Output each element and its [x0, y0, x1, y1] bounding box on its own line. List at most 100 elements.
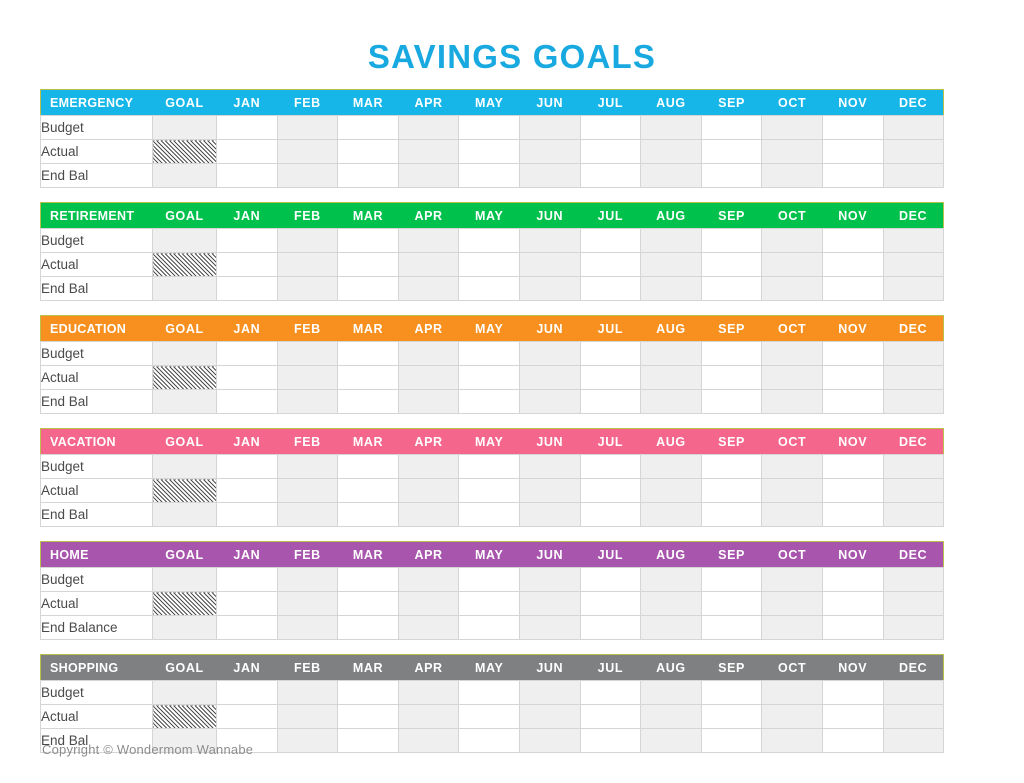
cell-nov[interactable]: [821, 228, 884, 253]
cell-feb[interactable]: [276, 228, 339, 253]
cell-goal[interactable]: [152, 502, 217, 527]
cell-dec[interactable]: [882, 276, 945, 301]
cell-goal[interactable]: [152, 252, 217, 277]
cell-aug[interactable]: [640, 389, 702, 414]
cell-dec[interactable]: [882, 115, 945, 140]
cell-jul[interactable]: [579, 478, 642, 503]
cell-may[interactable]: [458, 567, 520, 592]
cell-mar[interactable]: [337, 728, 399, 753]
cell-oct[interactable]: [761, 139, 823, 164]
cell-may[interactable]: [458, 591, 520, 616]
cell-jan[interactable]: [216, 478, 278, 503]
cell-feb[interactable]: [276, 139, 339, 164]
cell-mar[interactable]: [337, 478, 399, 503]
cell-mar[interactable]: [337, 454, 399, 479]
cell-mar[interactable]: [337, 115, 399, 140]
cell-apr[interactable]: [397, 139, 460, 164]
cell-feb[interactable]: [276, 389, 339, 414]
cell-aug[interactable]: [640, 478, 702, 503]
cell-jan[interactable]: [216, 276, 278, 301]
cell-dec[interactable]: [882, 704, 945, 729]
cell-aug[interactable]: [640, 115, 702, 140]
cell-jul[interactable]: [579, 228, 642, 253]
cell-nov[interactable]: [821, 704, 884, 729]
cell-mar[interactable]: [337, 389, 399, 414]
cell-sep[interactable]: [700, 680, 763, 705]
cell-jul[interactable]: [579, 704, 642, 729]
cell-mar[interactable]: [337, 704, 399, 729]
cell-jan[interactable]: [216, 139, 278, 164]
cell-nov[interactable]: [821, 252, 884, 277]
cell-feb[interactable]: [276, 502, 339, 527]
cell-sep[interactable]: [700, 115, 763, 140]
cell-goal[interactable]: [152, 163, 217, 188]
cell-apr[interactable]: [397, 163, 460, 188]
cell-dec[interactable]: [882, 615, 945, 640]
cell-sep[interactable]: [700, 728, 763, 753]
cell-may[interactable]: [458, 389, 520, 414]
cell-dec[interactable]: [882, 454, 945, 479]
cell-aug[interactable]: [640, 728, 702, 753]
cell-feb[interactable]: [276, 365, 339, 390]
cell-sep[interactable]: [700, 341, 763, 366]
cell-feb[interactable]: [276, 615, 339, 640]
cell-jun[interactable]: [518, 115, 581, 140]
cell-may[interactable]: [458, 704, 520, 729]
cell-may[interactable]: [458, 680, 520, 705]
cell-nov[interactable]: [821, 615, 884, 640]
cell-dec[interactable]: [882, 680, 945, 705]
cell-may[interactable]: [458, 478, 520, 503]
cell-apr[interactable]: [397, 276, 460, 301]
cell-oct[interactable]: [761, 276, 823, 301]
cell-dec[interactable]: [882, 365, 945, 390]
cell-feb[interactable]: [276, 567, 339, 592]
cell-nov[interactable]: [821, 163, 884, 188]
cell-mar[interactable]: [337, 163, 399, 188]
cell-goal[interactable]: [152, 704, 217, 729]
cell-mar[interactable]: [337, 228, 399, 253]
cell-jun[interactable]: [518, 139, 581, 164]
cell-jul[interactable]: [579, 728, 642, 753]
cell-feb[interactable]: [276, 680, 339, 705]
cell-goal[interactable]: [152, 680, 217, 705]
cell-may[interactable]: [458, 454, 520, 479]
cell-jun[interactable]: [518, 680, 581, 705]
cell-may[interactable]: [458, 115, 520, 140]
cell-may[interactable]: [458, 502, 520, 527]
cell-oct[interactable]: [761, 454, 823, 479]
cell-aug[interactable]: [640, 341, 702, 366]
cell-oct[interactable]: [761, 341, 823, 366]
cell-feb[interactable]: [276, 163, 339, 188]
cell-oct[interactable]: [761, 115, 823, 140]
cell-aug[interactable]: [640, 591, 702, 616]
cell-jun[interactable]: [518, 389, 581, 414]
cell-mar[interactable]: [337, 502, 399, 527]
cell-mar[interactable]: [337, 567, 399, 592]
cell-dec[interactable]: [882, 228, 945, 253]
cell-jun[interactable]: [518, 228, 581, 253]
cell-jun[interactable]: [518, 591, 581, 616]
cell-oct[interactable]: [761, 478, 823, 503]
cell-jul[interactable]: [579, 389, 642, 414]
cell-nov[interactable]: [821, 454, 884, 479]
cell-oct[interactable]: [761, 228, 823, 253]
cell-apr[interactable]: [397, 341, 460, 366]
cell-jul[interactable]: [579, 341, 642, 366]
cell-sep[interactable]: [700, 163, 763, 188]
cell-may[interactable]: [458, 139, 520, 164]
cell-jul[interactable]: [579, 252, 642, 277]
cell-jul[interactable]: [579, 276, 642, 301]
cell-jun[interactable]: [518, 704, 581, 729]
cell-apr[interactable]: [397, 704, 460, 729]
cell-apr[interactable]: [397, 252, 460, 277]
cell-dec[interactable]: [882, 478, 945, 503]
cell-nov[interactable]: [821, 680, 884, 705]
cell-goal[interactable]: [152, 454, 217, 479]
cell-mar[interactable]: [337, 615, 399, 640]
cell-aug[interactable]: [640, 139, 702, 164]
cell-jul[interactable]: [579, 163, 642, 188]
cell-oct[interactable]: [761, 389, 823, 414]
cell-aug[interactable]: [640, 567, 702, 592]
cell-mar[interactable]: [337, 591, 399, 616]
cell-jul[interactable]: [579, 139, 642, 164]
